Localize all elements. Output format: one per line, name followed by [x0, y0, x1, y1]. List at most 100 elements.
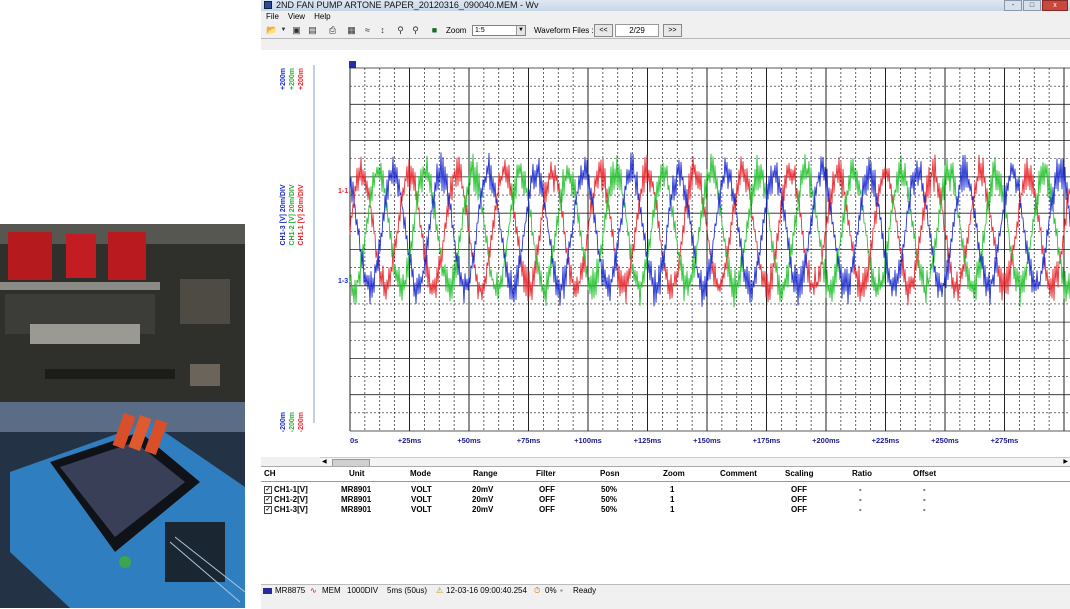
ch1-1-scale-label: CH1-1 [V] 20m/DIV — [298, 184, 305, 245]
menu-file[interactable]: File — [266, 12, 279, 21]
status-state: Ready — [573, 586, 597, 595]
cell-filter: OFF — [539, 485, 555, 494]
prev-file-button[interactable]: << — [594, 24, 613, 37]
status-div: 1000DIV — [347, 586, 379, 595]
app-icon — [264, 1, 272, 9]
page-indicator: 2/29 — [615, 24, 659, 37]
table-row[interactable]: ✓ CH1-1[V] MR8901 VOLT 20mV OFF 50% 1 OF… — [261, 485, 1070, 495]
cell-range: 20mV — [472, 505, 494, 514]
zoom-in-icon[interactable]: ⚲ — [395, 25, 406, 36]
dropdown-icon[interactable]: ▼ — [278, 25, 289, 36]
col-mode: Mode — [410, 469, 431, 478]
waveform-viewer-window: 2ND FAN PUMP ARTONE PAPER_20120316_09004… — [261, 0, 1070, 609]
status-mode: MEM — [322, 586, 341, 595]
next-file-button[interactable]: >> — [663, 24, 682, 37]
recorder-device-photo — [0, 402, 245, 608]
menu-view[interactable]: View — [288, 12, 305, 21]
table-row[interactable]: ✓ CH1-2[V] MR8901 VOLT 20mV OFF 50% 1 OF… — [261, 495, 1070, 505]
cell-ratio: - — [859, 505, 862, 514]
cell-offset: - — [923, 495, 926, 504]
trigger-icon: ⏱ — [534, 586, 541, 595]
cell-ch: CH1-2[V] — [274, 495, 308, 504]
print-icon[interactable]: ⎙ — [327, 25, 338, 36]
ch1-2-scale-label: CH1-2 [V] 20m/DIV — [289, 184, 296, 245]
x-tick-label: +125ms — [634, 436, 662, 445]
cell-posn: 50% — [601, 505, 618, 514]
cell-filter: OFF — [539, 495, 555, 504]
cell-scaling: OFF — [791, 485, 807, 494]
x-tick-label: +25ms — [398, 436, 422, 445]
settings-icon[interactable]: ▦ — [346, 25, 357, 36]
x-tick-label: +100ms — [574, 436, 602, 445]
open-icon[interactable]: 📂 — [266, 25, 277, 36]
cell-filter: OFF — [539, 505, 555, 514]
x-tick-labels: 0s +25ms +50ms +75ms +100ms +125ms +150ms +175m… — [350, 436, 1018, 445]
cell-posn: 50% — [601, 495, 618, 504]
status-timestamp: 12-03-16 09:00:40.254 — [446, 586, 527, 595]
save-as-icon[interactable]: ▤ — [307, 25, 318, 36]
window-title: 2ND FAN PUMP ARTONE PAPER_20120316_09004… — [276, 0, 539, 10]
save-icon[interactable]: ▣ — [291, 25, 302, 36]
zoom-out-icon[interactable]: ⚲ — [410, 25, 421, 36]
waveform-plot-area[interactable]: +200m +200m +200m CH1-3 [V] 20m/DIV CH1-… — [261, 50, 1070, 457]
channel-checkbox[interactable]: ✓ — [264, 496, 272, 504]
toolbar: 📂 ▼ ▣ ▤ ⎙ ▦ ≈ ↕ ⚲ ⚲ ■ Zoom 1:5 ▼ Wavefor… — [261, 23, 1070, 39]
cell-mode: VOLT — [411, 485, 432, 494]
cell-offset: - — [923, 505, 926, 514]
col-scaling: Scaling — [785, 469, 814, 478]
minimize-button[interactable]: - — [1004, 0, 1022, 11]
ch1-3-scale-label: CH1-3 [V] 20m/DIV — [280, 184, 287, 245]
col-ratio: Ratio — [852, 469, 872, 478]
waveform-traces — [349, 152, 1070, 308]
x-tick-label: +150ms — [693, 436, 721, 445]
zoom-value: 1:5 — [475, 27, 485, 34]
waveform-chart[interactable]: +200m +200m +200m CH1-3 [V] 20m/DIV CH1-… — [261, 50, 1070, 457]
cursor-icon[interactable]: ↕ — [377, 25, 388, 36]
table-row[interactable]: ✓ CH1-3[V] MR8901 VOLT 20mV OFF 50% 1 OF… — [261, 505, 1070, 515]
x-tick-label: +275ms — [991, 436, 1019, 445]
export-icon[interactable]: ■ — [429, 25, 440, 36]
ch1-2-bottom-label: -200m — [289, 412, 296, 432]
ch1-1-bottom-label: -200m — [298, 412, 305, 432]
ch1-1-top-label: +200m — [298, 68, 305, 90]
col-range: Range — [473, 469, 498, 478]
col-unit: Unit — [349, 469, 365, 478]
cell-range: 20mV — [472, 495, 494, 504]
menu-bar: File View Help — [261, 11, 1070, 23]
cell-posn: 50% — [601, 485, 618, 494]
cell-mode: VOLT — [411, 495, 432, 504]
ch1-3-bottom-label: -200m — [280, 412, 287, 432]
scroll-right-icon[interactable]: ▶ — [1063, 458, 1068, 465]
x-tick-label: +250ms — [931, 436, 959, 445]
recorder-device-image — [0, 402, 245, 608]
x-tick-label: 0s — [350, 436, 358, 445]
trigger-marker-icon[interactable] — [349, 61, 356, 68]
zoom-select[interactable]: 1:5 ▼ — [472, 25, 526, 36]
col-filter: Filter — [536, 469, 556, 478]
window-controls: - □ x — [1004, 0, 1068, 11]
title-bar: 2ND FAN PUMP ARTONE PAPER_20120316_09004… — [261, 0, 1070, 11]
x-tick-label: +50ms — [457, 436, 481, 445]
col-offset: Offset — [913, 469, 937, 478]
cell-ch: CH1-3[V] — [274, 505, 308, 514]
channel-icon[interactable]: ≈ — [362, 25, 373, 36]
ch1-2-top-label: +200m — [289, 68, 296, 90]
close-button[interactable]: x — [1042, 0, 1068, 11]
status-device: MR8875 — [275, 586, 306, 595]
channel-checkbox[interactable]: ✓ — [264, 506, 272, 514]
ch1-3-marker: 1-3 — [338, 278, 348, 285]
cell-offset: - — [923, 485, 926, 494]
x-tick-label: +225ms — [872, 436, 900, 445]
channel-checkbox[interactable]: ✓ — [264, 486, 272, 494]
scroll-left-icon[interactable]: ◀ — [322, 458, 327, 465]
maximize-button[interactable]: □ — [1023, 0, 1041, 11]
cell-ratio: - — [859, 485, 862, 494]
cell-ratio: - — [859, 495, 862, 504]
cell-unit: MR8901 — [341, 495, 372, 504]
cell-zoom: 1 — [670, 505, 675, 514]
cell-scaling: OFF — [791, 505, 807, 514]
table-header: CH Unit Mode Range Filter Posn Zoom Comm… — [261, 469, 1070, 482]
ch1-3-top-label: +200m — [280, 68, 287, 90]
col-ch: CH — [264, 469, 276, 478]
menu-help[interactable]: Help — [314, 12, 330, 21]
